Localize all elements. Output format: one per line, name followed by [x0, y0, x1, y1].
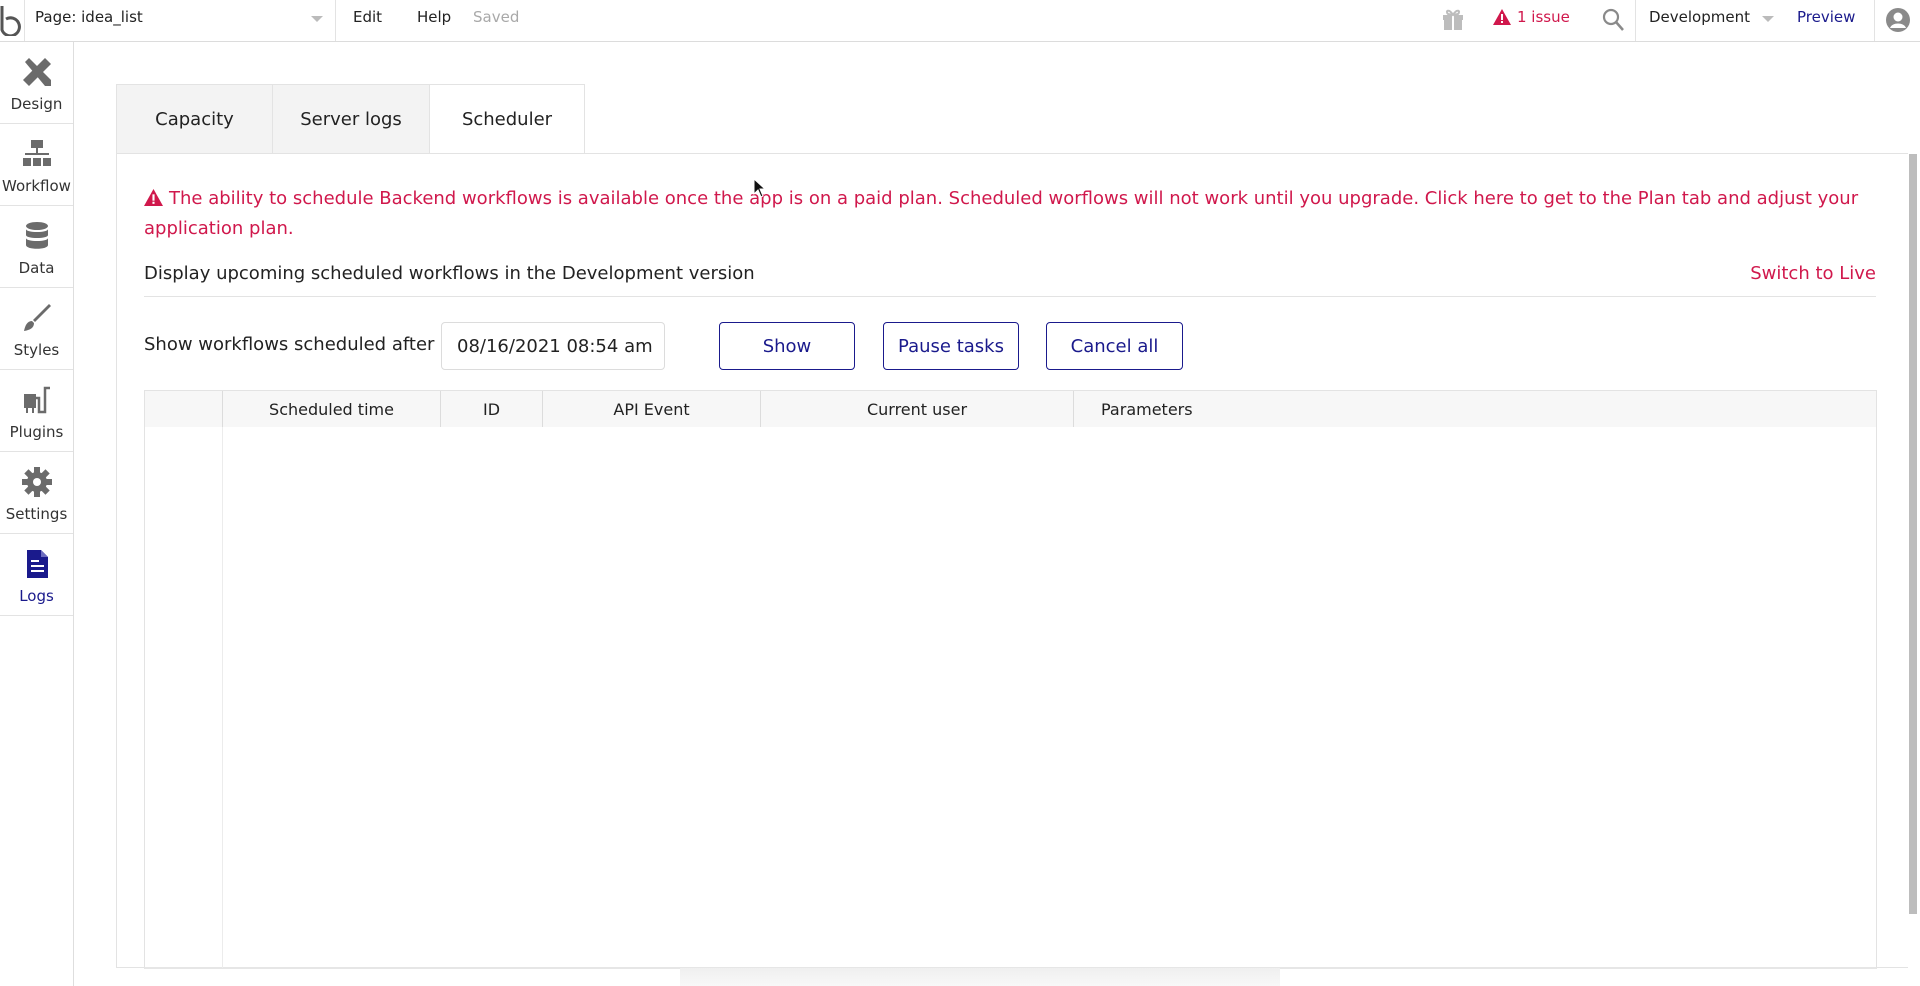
switch-to-live-link[interactable]: Switch to Live — [1750, 263, 1876, 284]
chevron-down-icon — [311, 16, 323, 22]
sidebar-item-data[interactable]: Data — [0, 206, 73, 288]
sidebar-item-settings[interactable]: Settings — [0, 452, 73, 534]
chevron-down-icon — [1762, 16, 1774, 22]
plan-warning-text: The ability to schedule Backend workflow… — [144, 188, 1859, 239]
menu-edit[interactable]: Edit — [353, 8, 382, 26]
issues-label: 1 issue — [1517, 8, 1570, 26]
paintbrush-icon — [23, 304, 51, 331]
scheduled-after-date-input[interactable] — [441, 322, 665, 370]
column-header-select — [145, 391, 222, 427]
column-header-api-event[interactable]: API Event — [542, 391, 760, 427]
show-button[interactable]: Show — [719, 322, 855, 370]
cancel-all-button[interactable]: Cancel all — [1046, 322, 1183, 370]
sidebar-item-label: Settings — [5, 505, 68, 523]
tab-server-logs[interactable]: Server logs — [272, 84, 429, 154]
sidebar-item-label: Data — [18, 259, 55, 277]
workflow-hierarchy-icon — [22, 140, 51, 166]
gift-icon[interactable] — [1440, 6, 1466, 36]
scheduled-after-label: Show workflows scheduled after — [144, 334, 435, 355]
sidebar-item-label: Plugins — [9, 423, 64, 441]
scheduled-workflows-table: Scheduled time ID API Event Current user… — [144, 390, 1877, 969]
content-scrollbar[interactable] — [1909, 154, 1917, 914]
sidebar-item-label: Workflow — [2, 177, 71, 195]
version-display-row: Display upcoming scheduled workflows in … — [144, 257, 1876, 297]
warning-icon — [144, 189, 163, 206]
column-header-current-user[interactable]: Current user — [760, 391, 1073, 427]
database-icon — [25, 222, 48, 249]
environment-label: Development — [1649, 8, 1750, 26]
logs-panel: Capacity Server logs Scheduler The abili… — [116, 84, 1917, 969]
plan-warning-link[interactable]: The ability to schedule Backend workflow… — [144, 184, 1894, 244]
version-display-text: Display upcoming scheduled workflows in … — [144, 263, 755, 284]
sidebar-item-label: Logs — [19, 587, 54, 605]
warning-icon — [1493, 9, 1511, 25]
page-selector-label: Page: idea_list — [35, 8, 143, 26]
search-icon[interactable] — [1601, 7, 1625, 37]
plug-icon — [23, 386, 50, 414]
document-icon — [26, 550, 48, 578]
top-bar: Page: idea_list Edit Help Saved 1 issue … — [0, 0, 1920, 42]
environment-selector[interactable]: Development — [1635, 0, 1785, 41]
bottom-shadow — [680, 968, 1280, 986]
schedule-filter-row: Show workflows scheduled after Show Paus… — [144, 322, 1344, 370]
column-header-id[interactable]: ID — [440, 391, 542, 427]
bubble-logo-icon[interactable] — [0, 4, 22, 38]
sidebar: Design Workflow Data Styles Plugins Sett… — [0, 42, 74, 986]
table-header: Scheduled time ID API Event Current user… — [145, 391, 1876, 427]
design-tools-icon — [22, 58, 51, 86]
sidebar-item-label: Styles — [13, 341, 60, 359]
sidebar-item-logs[interactable]: Logs — [0, 534, 73, 616]
column-divider — [222, 427, 223, 968]
sidebar-item-plugins[interactable]: Plugins — [0, 370, 73, 452]
page-selector[interactable]: Page: idea_list — [24, 0, 336, 41]
tab-scheduler[interactable]: Scheduler — [429, 84, 585, 154]
user-avatar-icon[interactable] — [1874, 0, 1920, 41]
save-status: Saved — [473, 8, 520, 26]
sidebar-item-workflow[interactable]: Workflow — [0, 124, 73, 206]
column-header-scheduled-time[interactable]: Scheduled time — [222, 391, 440, 427]
column-header-parameters[interactable]: Parameters — [1073, 391, 1876, 427]
tab-capacity[interactable]: Capacity — [116, 84, 272, 154]
sidebar-item-design[interactable]: Design — [0, 42, 73, 124]
gear-icon — [21, 467, 52, 497]
sidebar-item-label: Design — [10, 95, 63, 113]
scheduler-content: The ability to schedule Backend workflow… — [116, 153, 1908, 969]
issues-indicator[interactable]: 1 issue — [1493, 8, 1570, 26]
tab-bar: Capacity Server logs Scheduler — [116, 84, 585, 154]
pause-tasks-button[interactable]: Pause tasks — [883, 322, 1019, 370]
menu-help[interactable]: Help — [417, 8, 451, 26]
sidebar-item-styles[interactable]: Styles — [0, 288, 73, 370]
preview-button[interactable]: Preview — [1797, 8, 1855, 26]
mouse-cursor-icon — [753, 178, 767, 198]
